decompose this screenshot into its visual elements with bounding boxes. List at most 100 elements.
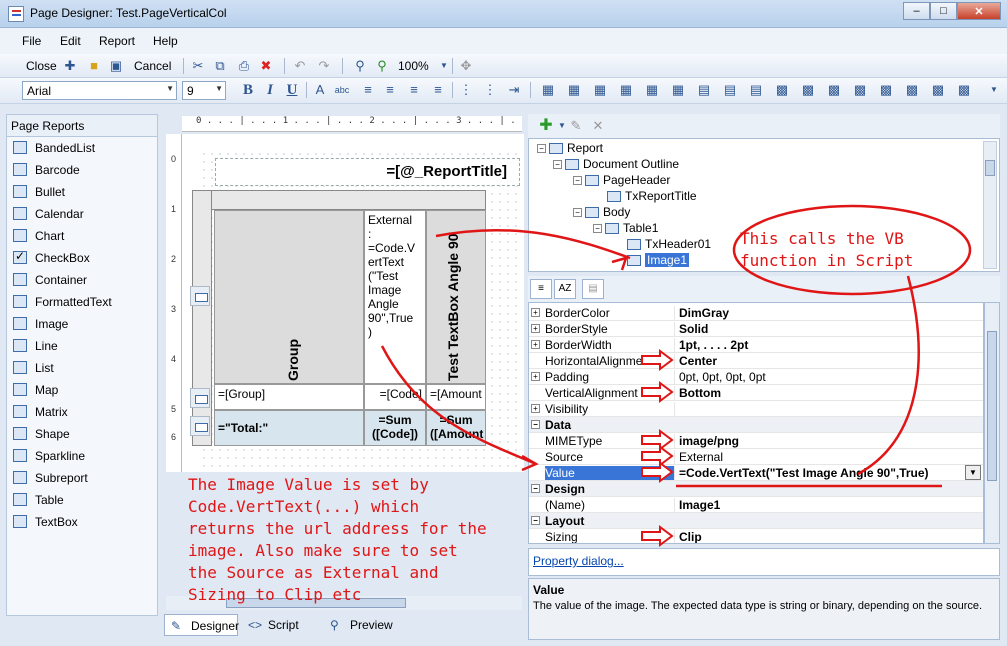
collapse-icon[interactable]: − [553,160,562,170]
tree-node-table1[interactable]: − Table1 [593,221,658,235]
same-height-icon[interactable]: ▤ [722,82,738,98]
bullets-icon[interactable]: ⋮ [458,82,474,98]
prop-row-bordercolor[interactable]: + BorderColor DimGray [529,305,983,321]
row-handle-icon[interactable] [190,388,210,408]
font-size-combo[interactable]: 9 ▼ [182,81,226,100]
font-family-combo[interactable]: Arial ▼ [22,81,177,100]
prop-row-source[interactable]: Source External [529,449,983,465]
align-rights-icon[interactable]: ▦ [592,82,608,98]
item-formattedtext[interactable]: FormattedText [7,291,157,313]
prop-row-mimetype[interactable]: MIMEType image/png [529,433,983,449]
save-icon[interactable]: ▣ [108,58,124,74]
tree-node-txreporttitle[interactable]: TxReportTitle [607,189,697,203]
item-calendar[interactable]: Calendar [7,203,157,225]
prop-row-sizing[interactable]: Sizing Clip [529,529,983,543]
minimize-button[interactable]: – [903,2,930,20]
property-grid-scrollbar[interactable] [984,302,1000,544]
item-checkbox[interactable]: CheckBox [7,247,157,269]
collapse-icon[interactable]: − [593,224,602,234]
item-matrix[interactable]: Matrix [7,401,157,423]
prop-category-layout[interactable]: − Layout [529,513,983,529]
collapse-icon[interactable]: − [531,484,540,493]
same-size-icon[interactable]: ▤ [748,82,764,98]
align-centers-icon[interactable]: ▦ [566,82,582,98]
item-barcode[interactable]: Barcode [7,159,157,181]
numbering-icon[interactable]: ⋮ [482,82,498,98]
item-map[interactable]: Map [7,379,157,401]
prop-row-name[interactable]: (Name) Image1 [529,497,983,513]
tab-script[interactable]: <> Script [242,614,316,636]
item-container[interactable]: Container [7,269,157,291]
v-spacing-icon[interactable]: ▩ [852,82,868,98]
prop-row-value[interactable]: Value =Code.VertText("Test Image Angle 90… [529,465,983,481]
zoom-level[interactable]: 100% [398,59,429,73]
v-spacing-dec-icon[interactable]: ▩ [904,82,920,98]
copy-icon[interactable]: ⧉ [212,58,228,74]
prop-row-padding[interactable]: + Padding 0pt, 0pt, 0pt, 0pt [529,369,983,385]
prop-value[interactable]: Center [679,354,717,368]
collapse-icon[interactable]: − [531,516,540,525]
align-right-icon[interactable]: ≡ [406,82,422,98]
toolbar-overflow-icon[interactable]: ▼ [986,82,1002,98]
paste-icon[interactable]: ⎙ [236,58,252,74]
open-folder-icon[interactable]: ■ [86,58,102,74]
menu-edit[interactable]: Edit [60,34,81,48]
delete-icon[interactable]: ✖ [258,58,274,74]
align-lefts-icon[interactable]: ▦ [540,82,556,98]
h-spacing-icon[interactable]: ▩ [774,82,790,98]
align-center-icon[interactable]: ≡ [382,82,398,98]
font-color-icon[interactable]: A [312,82,328,98]
maximize-button[interactable]: □ [930,2,957,20]
spell-check-icon[interactable]: abc [334,82,350,98]
total-amount-cell[interactable]: =Sum ([Amount [426,410,486,446]
v-spacing-inc-icon[interactable]: ▩ [878,82,894,98]
total-code-cell[interactable]: =Sum ([Code]) [364,410,426,446]
row-code-cell[interactable]: =[Code] [364,384,426,410]
justify-icon[interactable]: ≡ [430,82,446,98]
item-shape[interactable]: Shape [7,423,157,445]
tree-node-report[interactable]: − Report [537,141,603,155]
chevron-down-icon[interactable]: ▼ [436,58,452,74]
prop-value[interactable]: DimGray [679,306,729,320]
zoom-out-icon[interactable]: ⚲ [374,58,390,74]
bold-button[interactable]: B [240,82,256,98]
page-header-region[interactable]: =[@_ReportTitle] [215,158,520,186]
row-group-cell[interactable]: =[Group] [214,384,364,410]
close-window-button[interactable]: ✕ [957,2,1001,20]
new-icon[interactable]: ✚ [62,58,78,74]
tree-node-image1[interactable]: Image1 [627,253,690,267]
prop-value-input[interactable]: =Code.VertText("Test Image Angle 90",Tru… [679,466,929,480]
table-column-handles[interactable] [192,190,486,210]
prop-category-data[interactable]: − Data [529,417,983,433]
vertical-header-cell[interactable]: Test TextBox Angle 90 [426,210,486,384]
scroll-thumb[interactable] [987,331,997,481]
prop-value[interactable]: 1pt, . . . . 2pt [679,338,748,352]
item-textbox[interactable]: TextBox [7,511,157,533]
item-bandedlist[interactable]: BandedList [7,137,157,159]
align-bottoms-icon[interactable]: ▦ [670,82,686,98]
h-spacing-inc-icon[interactable]: ▩ [800,82,816,98]
tree-scrollbar[interactable] [983,141,997,269]
prop-category-design[interactable]: − Design [529,481,983,497]
tab-preview[interactable]: ⚲ Preview [324,614,410,636]
item-table[interactable]: Table [7,489,157,511]
row-amount-cell[interactable]: =[Amount [426,384,486,410]
collapse-icon[interactable]: − [537,144,546,154]
menu-file[interactable]: File [22,34,41,48]
prop-row-horizontalalignment[interactable]: HorizontalAlignment Center [529,353,983,369]
row-handle-icon[interactable] [190,286,210,306]
expand-icon[interactable]: + [531,372,540,381]
expand-icon[interactable]: + [531,404,540,413]
bring-front-icon[interactable]: ▩ [930,82,946,98]
expand-icon[interactable]: + [531,340,540,349]
item-bullet[interactable]: Bullet [7,181,157,203]
fit-page-icon[interactable]: ✥ [458,58,474,74]
align-tops-icon[interactable]: ▦ [618,82,634,98]
prop-value[interactable]: External [679,450,723,464]
dropdown-arrow-icon[interactable]: ▼ [965,465,981,480]
prop-value[interactable]: Image1 [679,498,720,512]
edit-icon[interactable]: ✎ [568,118,584,134]
prop-row-verticalalignment[interactable]: VerticalAlignment Bottom [529,385,983,401]
group-header-cell[interactable]: Group [214,210,364,384]
tree-node-document-outline[interactable]: − Document Outline [553,157,679,171]
